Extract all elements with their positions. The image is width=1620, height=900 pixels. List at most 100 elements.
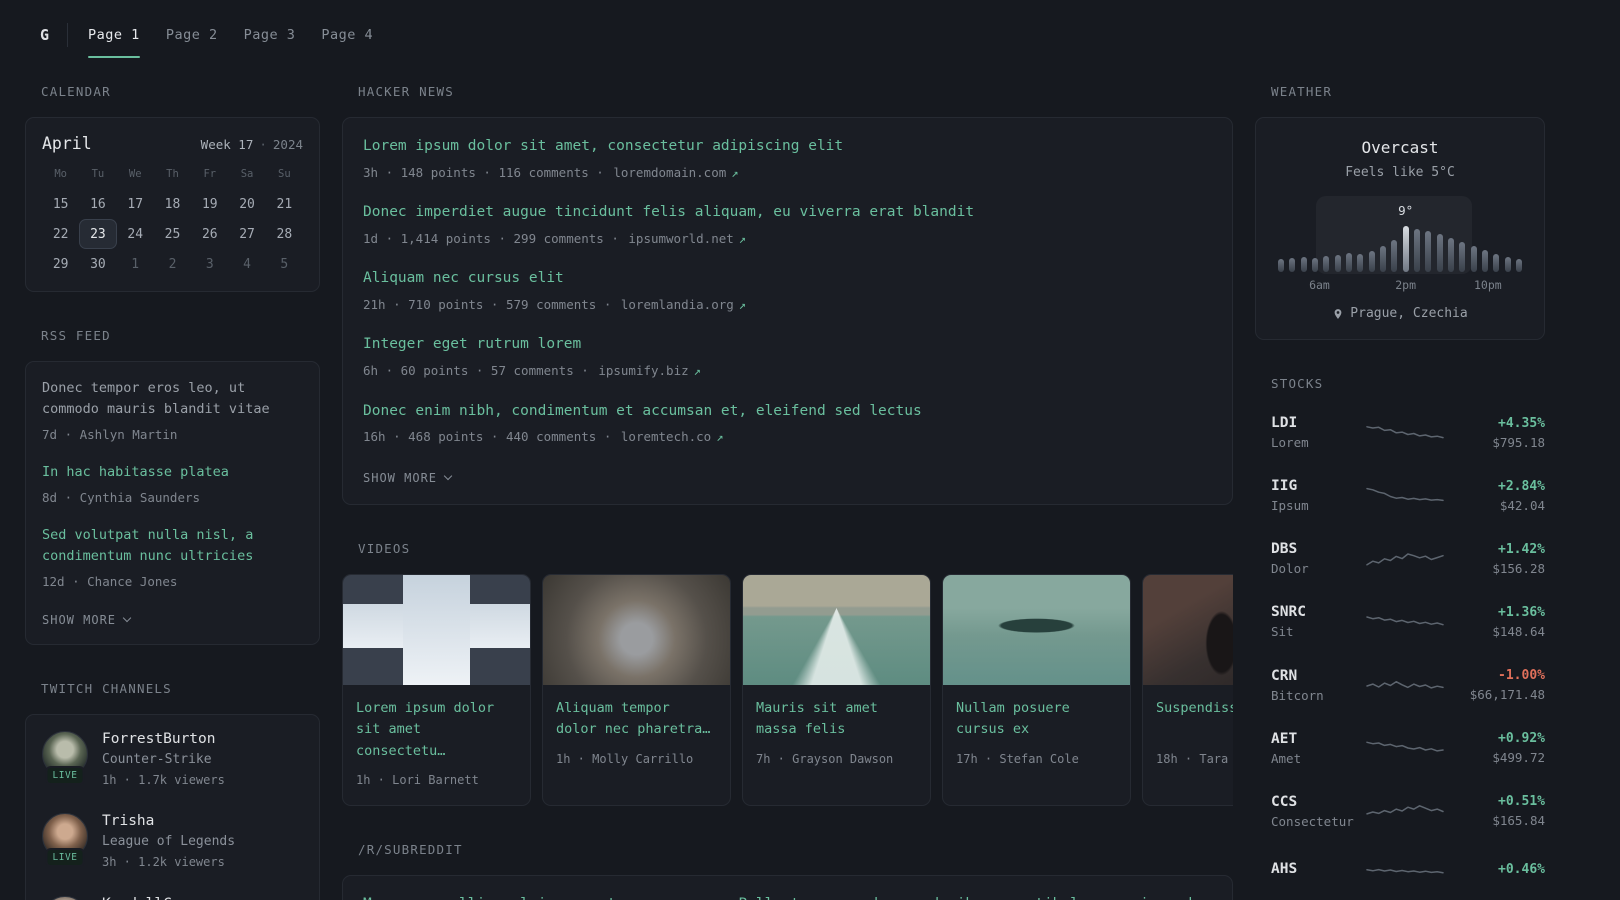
hn-item-source[interactable]: ipsumworld.net ↗ — [628, 231, 746, 246]
rss-item-title[interactable]: Sed volutpat nulla nisl, a condimentum n… — [42, 525, 303, 567]
hackernews-section-title: HACKER NEWS — [358, 84, 454, 99]
calendar-dow: Tu — [91, 168, 105, 180]
weather-feels-like: Feels like 5°C — [1345, 165, 1455, 180]
video-card[interactable]: Aliquam tempor dolor nec pharetra… 1h · … — [542, 573, 731, 806]
hn-item-source[interactable]: loremtech.co ↗ — [621, 429, 724, 444]
calendar-day: 17 — [127, 196, 144, 212]
hackernews-show-more-button[interactable]: SHOW MORE — [363, 471, 453, 485]
hn-item-title[interactable]: Integer eget rutrum lorem — [363, 334, 1212, 356]
stock-price: $148.64 — [1492, 623, 1545, 639]
live-badge: LIVE — [45, 848, 85, 868]
stock-sparkline — [1366, 553, 1444, 566]
stock-row[interactable]: IIG Ipsum +2.84% $42.04 — [1271, 472, 1545, 521]
hn-item-title[interactable]: Donec imperdiet augue tincidunt felis al… — [363, 202, 1212, 224]
stock-row[interactable]: LDI Lorem +4.35% $795.18 — [1271, 409, 1545, 458]
video-card[interactable]: Nullam posuere cursus ex 17h · Stefan Co… — [942, 573, 1131, 806]
video-card[interactable]: Suspendisse diam 18h · Tara — [1142, 573, 1233, 806]
stocks-widget: STOCKS LDI Lorem +4.35% $795.18 IIG Ipsu… — [1255, 376, 1545, 891]
page-tab[interactable]: Page 1 — [88, 19, 140, 58]
hackernews-item: Lorem ipsum dolor sit amet, consectetur … — [363, 136, 1212, 182]
hn-item-source[interactable]: ipsumify.biz ↗ — [598, 363, 701, 378]
stock-name: Dolor — [1271, 561, 1309, 577]
hn-item-title[interactable]: Lorem ipsum dolor sit amet, consectetur … — [363, 136, 1212, 158]
calendar-day: 21 — [276, 196, 293, 212]
weather-bar — [1278, 210, 1284, 272]
videos-scroller: Lorem ipsum dolor sit amet consectetu… 1… — [342, 573, 1233, 806]
calendar-card: April Week 17 · 2024 Mo Tu We Th Fr Sa Su 15 16 17… — [25, 117, 320, 292]
stock-row[interactable]: DBS Dolor +1.42% $156.28 — [1271, 535, 1545, 584]
weather-bar — [1300, 210, 1307, 272]
stock-sparkline — [1366, 616, 1444, 626]
hn-item-title[interactable]: Aliquam nec cursus elit — [363, 268, 1212, 290]
stock-change: +2.84% — [1498, 478, 1545, 494]
video-title[interactable]: Mauris sit amet massa felis — [756, 698, 917, 741]
hn-item-source[interactable]: loremlandia.org ↗ — [621, 297, 746, 312]
stock-row[interactable]: CRN Bitcorn -1.00% $66,171.48 — [1271, 662, 1545, 711]
hn-item-source[interactable]: loremdomain.com ↗ — [613, 165, 738, 180]
stock-name: Bitcorn — [1271, 687, 1324, 703]
video-card[interactable]: Lorem ipsum dolor sit amet consectetu… 1… — [342, 573, 531, 806]
right-column: WEATHER Overcast Feels like 5°C 9° 6am 2… — [1255, 84, 1545, 900]
rss-card: Donec tempor eros leo, ut commodo mauris… — [25, 361, 320, 645]
calendar-day: 29 — [52, 256, 69, 272]
top-nav: G Page 1 Page 2 Page 3 Page 4 — [0, 0, 1620, 70]
subreddit-post-title[interactable]: Maecenas mollis pulvinar erat non posuer… — [363, 894, 1212, 900]
weather-bar — [1357, 210, 1364, 272]
stock-name: Lorem — [1271, 435, 1309, 450]
video-title[interactable]: Lorem ipsum dolor sit amet consectetu… — [356, 698, 517, 763]
left-column: CALENDAR April Week 17 · 2024 Mo Tu We Th Fr Sa… — [25, 84, 320, 900]
stock-symbol: LDI — [1271, 415, 1298, 431]
rss-item-title[interactable]: Donec tempor eros leo, ut commodo mauris… — [42, 378, 303, 420]
twitch-section-title: TWITCH CHANNELS — [41, 680, 172, 696]
weather-axis-label: 10pm — [1473, 278, 1502, 292]
hackernews-list: Lorem ipsum dolor sit amet, consectetur … — [363, 136, 1212, 447]
external-link-icon: ↗ — [716, 430, 724, 445]
channel-name[interactable]: ForrestBurton — [102, 731, 225, 747]
rss-item-title[interactable]: In hac habitasse platea — [42, 462, 303, 483]
weather-bar — [1447, 210, 1454, 272]
stock-change: +0.46% — [1498, 861, 1545, 877]
video-card[interactable]: Mauris sit amet massa felis 7h · Grayson… — [742, 573, 931, 806]
weather-bar — [1436, 210, 1443, 272]
calendar-dow: Fr — [203, 168, 217, 180]
channel-name[interactable]: KendallCarr — [102, 896, 198, 900]
separator-dot: · — [259, 137, 267, 152]
hackernews-item: Aliquam nec cursus elit 21h · 710 points… — [363, 268, 1212, 314]
weather-bars: 9° — [1278, 203, 1522, 272]
location-pin-icon — [1334, 308, 1342, 319]
video-thumbnail — [743, 574, 930, 685]
calendar-dow: Th — [166, 168, 179, 180]
weather-widget: WEATHER Overcast Feels like 5°C 9° 6am 2… — [1255, 84, 1545, 340]
stock-row[interactable]: CCS Consectetur +0.51% $165.84 — [1271, 788, 1545, 837]
rss-section-title: RSS FEED — [41, 328, 111, 343]
hn-item-title[interactable]: Donec enim nibh, condimentum et accumsan… — [363, 401, 1212, 423]
channel-name[interactable]: Trisha — [102, 813, 235, 829]
calendar-day: 27 — [239, 226, 255, 242]
video-title[interactable]: Suspendisse diam — [1156, 698, 1233, 741]
weather-bar — [1334, 210, 1341, 272]
video-title[interactable]: Aliquam tempor dolor nec pharetra… — [556, 698, 717, 741]
show-more-label: SHOW MORE — [42, 612, 117, 627]
rss-item: In hac habitasse platea 8d · Cynthia Sau… — [42, 462, 303, 507]
stock-sparkline — [1366, 487, 1444, 501]
page-tab[interactable]: Page 3 — [244, 19, 296, 51]
weather-bar — [1515, 210, 1522, 272]
calendar-day: 16 — [90, 196, 106, 212]
stock-row[interactable]: AET Amet +0.92% $499.72 — [1271, 725, 1545, 774]
page-tab[interactable]: Page 2 — [166, 19, 218, 51]
calendar-section-title: CALENDAR — [41, 84, 111, 99]
stock-symbol: IIG — [1271, 478, 1298, 495]
video-title[interactable]: Nullam posuere cursus ex — [956, 698, 1117, 741]
twitch-card: LIVE ForrestBurton Counter-Strike 1h · 1… — [25, 713, 320, 900]
rss-show-more-button[interactable]: SHOW MORE — [42, 612, 132, 627]
stock-price: $156.28 — [1492, 560, 1545, 576]
video-meta: 1h · Lori Barnett — [356, 773, 479, 788]
rss-widget: RSS FEED Donec tempor eros leo, ut commo… — [25, 328, 320, 645]
weather-bar — [1289, 210, 1296, 272]
weather-bar — [1493, 210, 1500, 272]
page-tab[interactable]: Page 4 — [321, 19, 373, 51]
stock-row[interactable]: AHS +0.46% — [1271, 851, 1545, 891]
stock-row[interactable]: SNRC Sit +1.36% $148.64 — [1271, 598, 1545, 647]
stock-price: $499.72 — [1492, 750, 1545, 766]
app-logo[interactable]: G — [40, 26, 49, 44]
